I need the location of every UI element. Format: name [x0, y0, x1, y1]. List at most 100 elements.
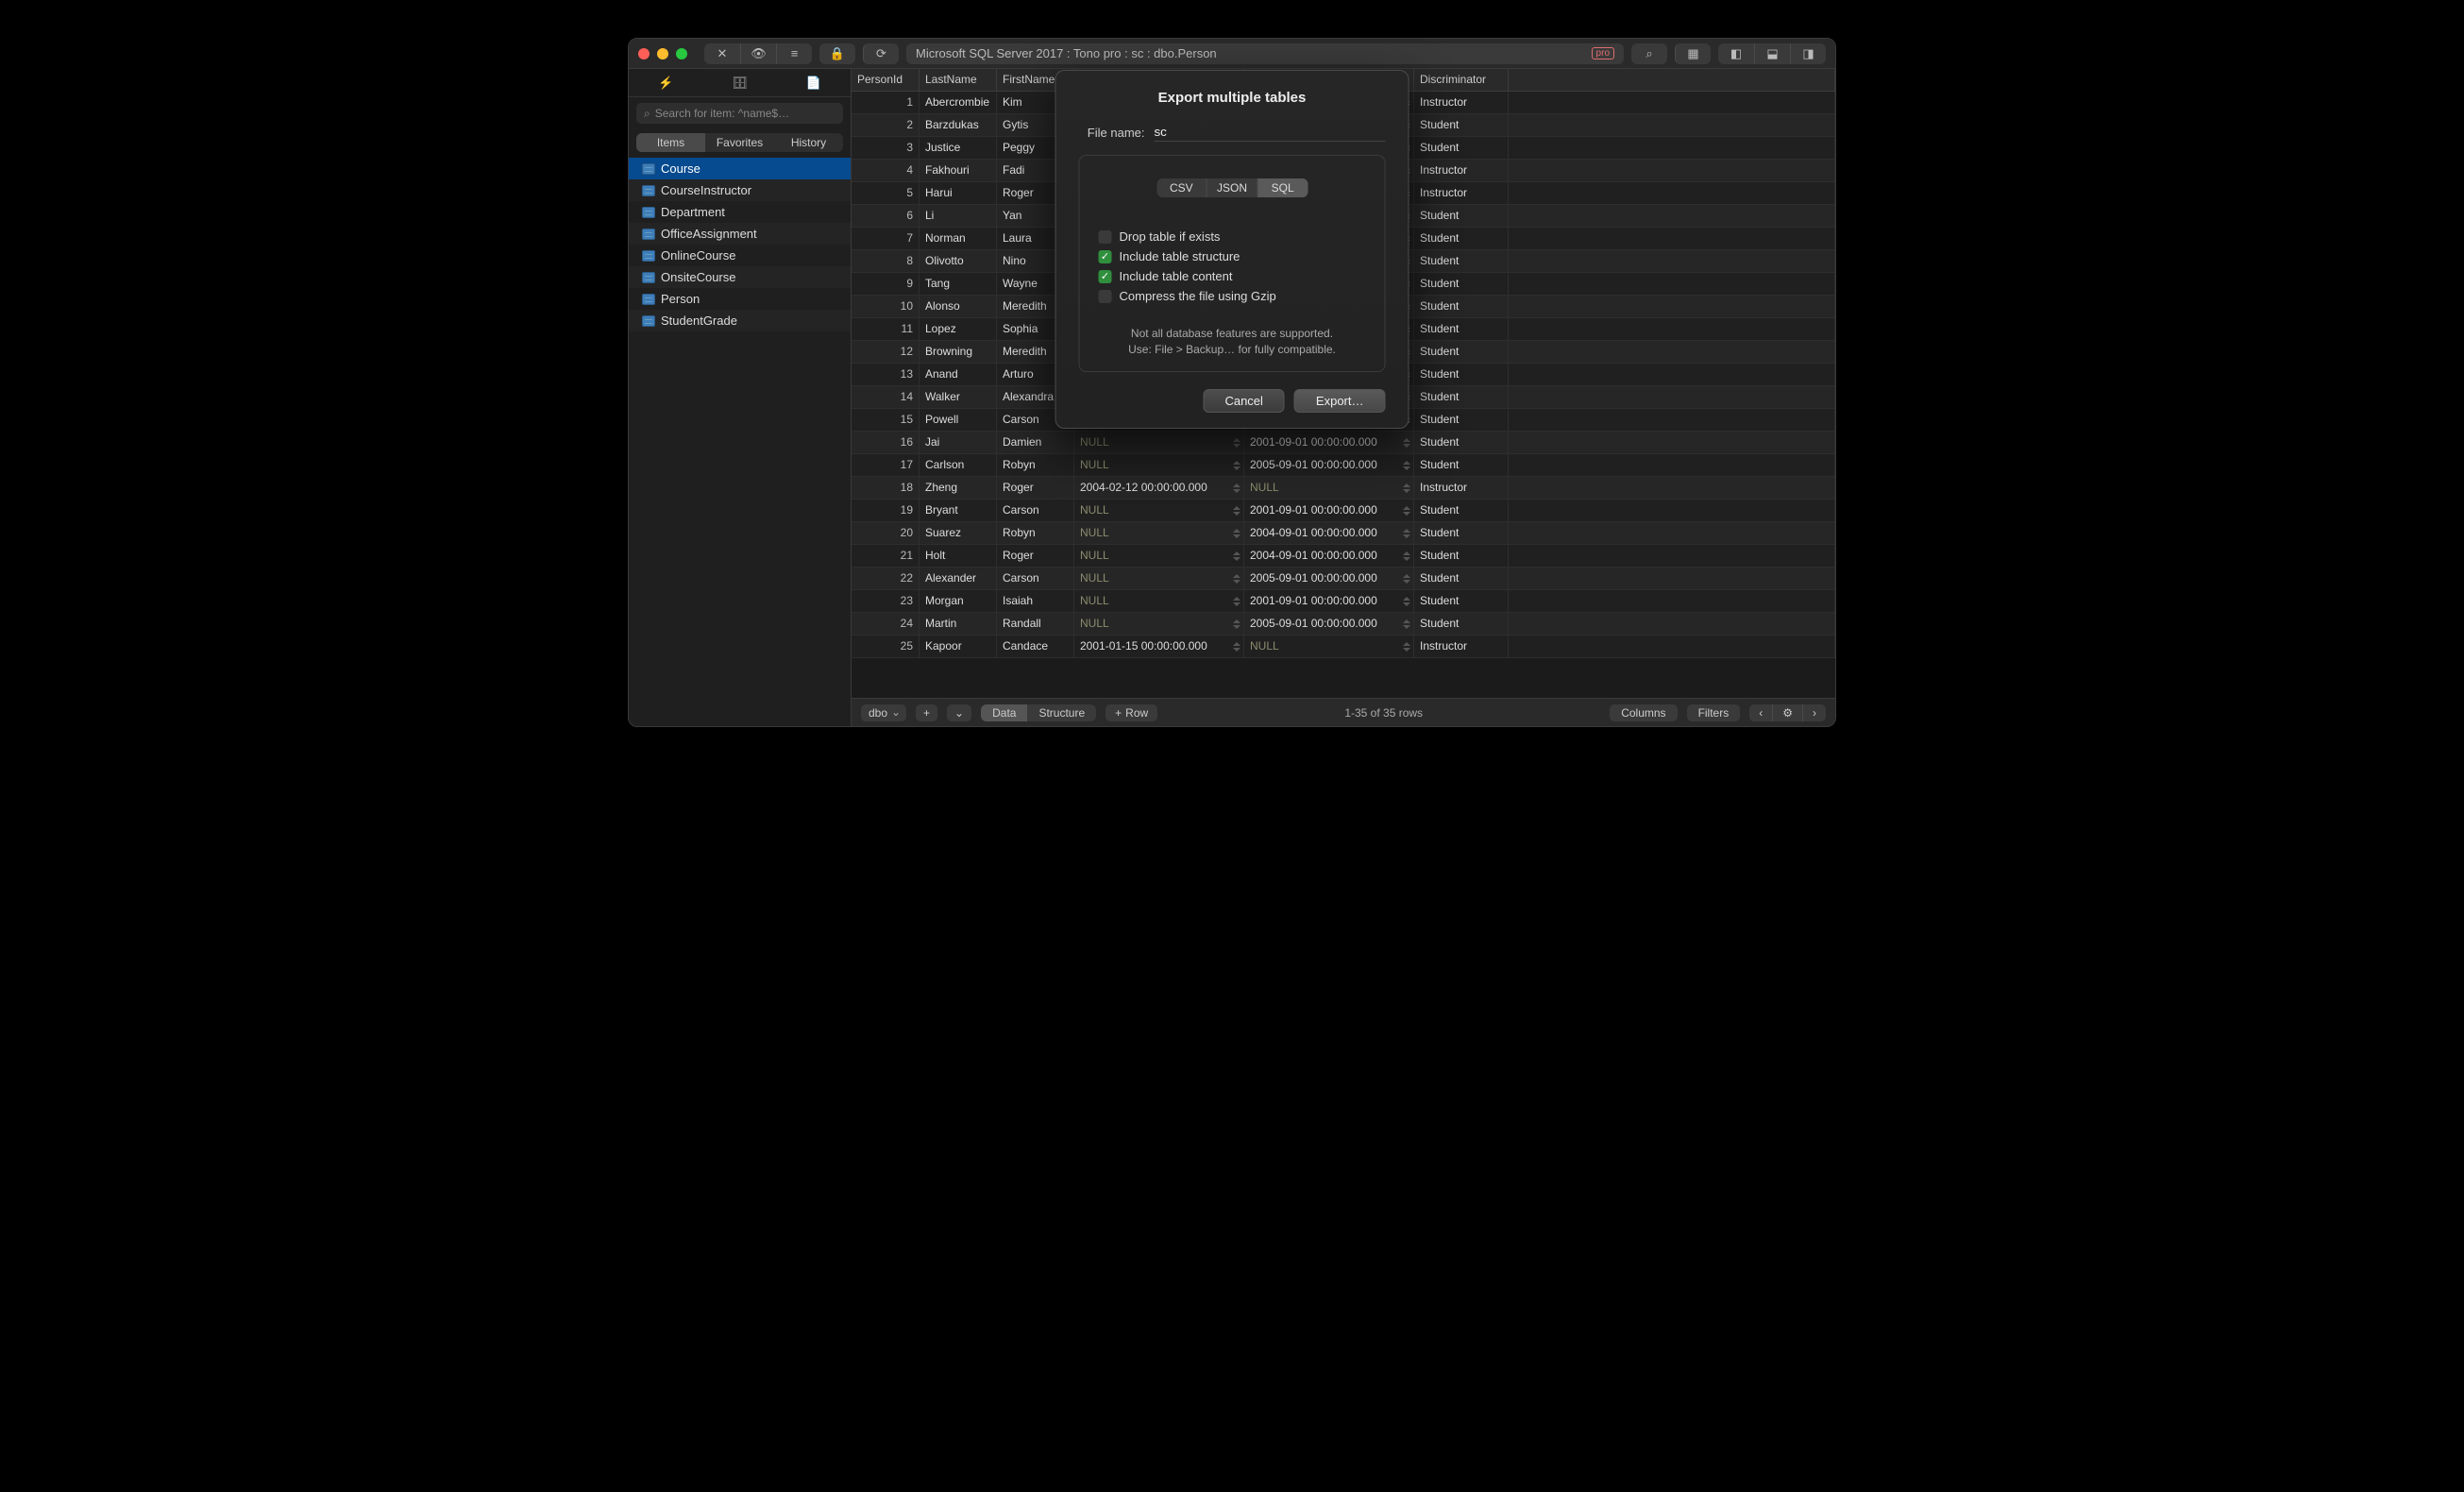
- cell[interactable]: Robyn: [997, 454, 1074, 476]
- cell[interactable]: NULL: [1244, 636, 1414, 657]
- cell[interactable]: Roger: [997, 477, 1074, 499]
- columns-button[interactable]: Columns: [1610, 704, 1677, 721]
- cell[interactable]: 2004-02-12 00:00:00.000: [1074, 477, 1244, 499]
- view-data[interactable]: Data: [981, 704, 1027, 721]
- cell[interactable]: 12: [852, 341, 920, 363]
- table-item-onsitecourse[interactable]: OnsiteCourse: [629, 266, 851, 288]
- add-row-button[interactable]: + Row: [1105, 704, 1157, 721]
- table-item-course[interactable]: Course: [629, 158, 851, 179]
- search-button[interactable]: ⌕: [1631, 43, 1667, 64]
- file-name-input[interactable]: [1155, 123, 1386, 142]
- cell[interactable]: Instructor: [1414, 636, 1509, 657]
- table-row[interactable]: 25KapoorCandace2001-01-15 00:00:00.000NU…: [852, 636, 1835, 658]
- cell[interactable]: 2005-09-01 00:00:00.000: [1244, 568, 1414, 589]
- cell[interactable]: 25: [852, 636, 920, 657]
- bottom-pane-button[interactable]: ⬓: [1754, 43, 1790, 64]
- cell[interactable]: Student: [1414, 318, 1509, 340]
- cell[interactable]: Instructor: [1414, 92, 1509, 113]
- cell[interactable]: Student: [1414, 205, 1509, 227]
- cell[interactable]: Roger: [997, 545, 1074, 567]
- cell[interactable]: Justice: [920, 137, 997, 159]
- cell[interactable]: Norman: [920, 228, 997, 249]
- sidebar-tab-items[interactable]: Items: [636, 133, 705, 152]
- format-sql[interactable]: SQL: [1257, 178, 1308, 197]
- column-header[interactable]: LastName: [920, 69, 997, 91]
- cell[interactable]: Student: [1414, 590, 1509, 612]
- sidebar-tab-history[interactable]: History: [774, 133, 843, 152]
- cell[interactable]: 3: [852, 137, 920, 159]
- cell[interactable]: Candace: [997, 636, 1074, 657]
- table-row[interactable]: 23MorganIsaiahNULL2001-09-01 00:00:00.00…: [852, 590, 1835, 613]
- refresh-button[interactable]: ⟳: [863, 43, 899, 64]
- cell[interactable]: NULL: [1074, 454, 1244, 476]
- cell[interactable]: Instructor: [1414, 182, 1509, 204]
- cell[interactable]: 4: [852, 160, 920, 181]
- cell[interactable]: Isaiah: [997, 590, 1074, 612]
- table-item-person[interactable]: Person: [629, 288, 851, 310]
- cell[interactable]: NULL: [1244, 477, 1414, 499]
- opt-include-structure[interactable]: ✓ Include table structure: [1099, 249, 1366, 263]
- cell[interactable]: 22: [852, 568, 920, 589]
- cell[interactable]: 2001-09-01 00:00:00.000: [1244, 432, 1414, 453]
- cell[interactable]: 5: [852, 182, 920, 204]
- minimize-window-button[interactable]: [657, 48, 668, 59]
- right-pane-button[interactable]: ◨: [1790, 43, 1826, 64]
- preview-button[interactable]: 👁: [740, 43, 776, 64]
- table-item-department[interactable]: Department: [629, 201, 851, 223]
- stepper-icon[interactable]: [1232, 433, 1241, 451]
- schema-select[interactable]: dbo: [861, 704, 906, 721]
- cell[interactable]: 2001-09-01 00:00:00.000: [1244, 500, 1414, 521]
- cell[interactable]: 6: [852, 205, 920, 227]
- cell[interactable]: Alexander: [920, 568, 997, 589]
- list-button[interactable]: ≡: [776, 43, 812, 64]
- cell[interactable]: Student: [1414, 341, 1509, 363]
- cell[interactable]: NULL: [1074, 613, 1244, 635]
- sidebar-tab-favorites[interactable]: Favorites: [705, 133, 774, 152]
- stop-button[interactable]: ✕: [704, 43, 740, 64]
- cell[interactable]: 16: [852, 432, 920, 453]
- table-row[interactable]: 20SuarezRobynNULL2004-09-01 00:00:00.000…: [852, 522, 1835, 545]
- cell[interactable]: Barzdukas: [920, 114, 997, 136]
- cell[interactable]: Zheng: [920, 477, 997, 499]
- stepper-icon[interactable]: [1402, 479, 1411, 497]
- table-item-officeassignment[interactable]: OfficeAssignment: [629, 223, 851, 245]
- cell[interactable]: Student: [1414, 454, 1509, 476]
- table-item-onlinecourse[interactable]: OnlineCourse: [629, 245, 851, 266]
- cell[interactable]: Student: [1414, 250, 1509, 272]
- format-json[interactable]: JSON: [1207, 178, 1257, 197]
- cell[interactable]: Instructor: [1414, 160, 1509, 181]
- cell[interactable]: Powell: [920, 409, 997, 431]
- cell[interactable]: 20: [852, 522, 920, 544]
- format-csv[interactable]: CSV: [1156, 178, 1207, 197]
- page-settings[interactable]: ⚙: [1772, 704, 1802, 721]
- cell[interactable]: 11: [852, 318, 920, 340]
- cell[interactable]: NULL: [1074, 500, 1244, 521]
- connection-icon[interactable]: ⚡: [656, 76, 675, 91]
- table-row[interactable]: 21HoltRogerNULL2004-09-01 00:00:00.000St…: [852, 545, 1835, 568]
- cell[interactable]: 17: [852, 454, 920, 476]
- table-row[interactable]: 17CarlsonRobynNULL2005-09-01 00:00:00.00…: [852, 454, 1835, 477]
- cell[interactable]: Robyn: [997, 522, 1074, 544]
- cell[interactable]: 15: [852, 409, 920, 431]
- cell[interactable]: 10: [852, 296, 920, 317]
- cell[interactable]: Abercrombie: [920, 92, 997, 113]
- column-header[interactable]: [1509, 69, 1835, 91]
- cell[interactable]: Student: [1414, 545, 1509, 567]
- cell[interactable]: 2: [852, 114, 920, 136]
- close-window-button[interactable]: [638, 48, 650, 59]
- stepper-icon[interactable]: [1232, 456, 1241, 474]
- cell[interactable]: Student: [1414, 273, 1509, 295]
- cell[interactable]: Damien: [997, 432, 1074, 453]
- opt-drop-table[interactable]: Drop table if exists: [1099, 229, 1366, 244]
- cell[interactable]: 7: [852, 228, 920, 249]
- cell[interactable]: 19: [852, 500, 920, 521]
- cell[interactable]: Carlson: [920, 454, 997, 476]
- column-header[interactable]: PersonId: [852, 69, 920, 91]
- cell[interactable]: 2005-09-01 00:00:00.000: [1244, 454, 1414, 476]
- cell[interactable]: Student: [1414, 500, 1509, 521]
- cell[interactable]: 2005-09-01 00:00:00.000: [1244, 613, 1414, 635]
- cell[interactable]: Student: [1414, 568, 1509, 589]
- cell[interactable]: Student: [1414, 228, 1509, 249]
- cell[interactable]: 14: [852, 386, 920, 408]
- page-next[interactable]: ›: [1802, 704, 1826, 721]
